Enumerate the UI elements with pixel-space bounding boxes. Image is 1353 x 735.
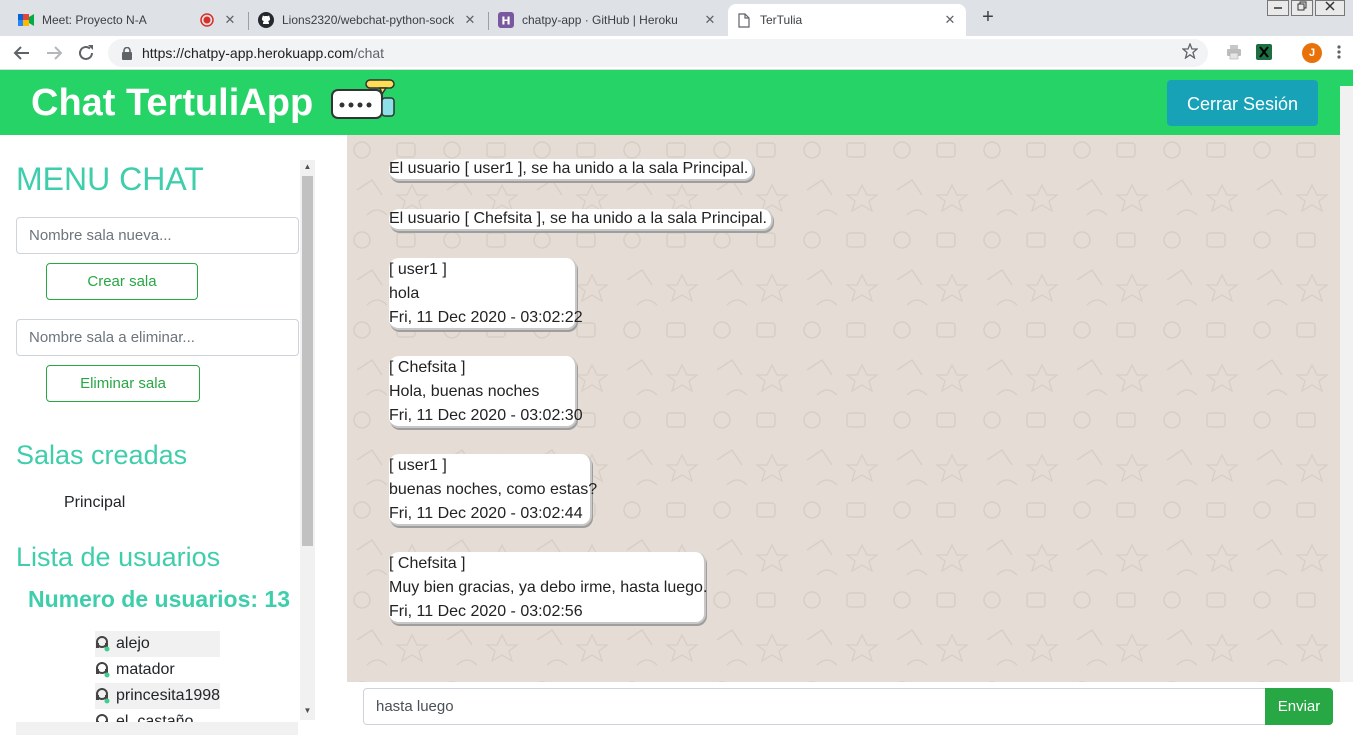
system-message: El usuario [ Chefsita ], se ha unido a l… [389, 209, 773, 231]
message-time: Fri, 11 Dec 2020 - 03:02:22 [389, 309, 583, 326]
back-arrow-icon [13, 46, 29, 60]
close-tab-icon[interactable]: ✕ [942, 12, 958, 28]
message-time: Fri, 11 Dec 2020 - 03:02:44 [389, 505, 583, 522]
message-text: El usuario [ user1 ], se ha unido a la s… [389, 160, 749, 177]
user-list-item[interactable]: alejo [95, 631, 220, 657]
delete-room-input[interactable]: Nombre sala a eliminar... [16, 319, 299, 356]
chat-message: [ user1 ] hola Fri, 11 Dec 2020 - 03:02:… [389, 258, 583, 330]
message-text: Hola, buenas noches [389, 383, 540, 400]
recording-icon [200, 13, 214, 27]
message-user: [ Chefsita ] [389, 555, 466, 572]
lock-icon [120, 46, 134, 60]
back-button[interactable] [10, 41, 34, 65]
tab-divider [248, 12, 249, 30]
message-text: El usuario [ Chefsita ], se ha unido a l… [389, 210, 767, 227]
logout-button[interactable]: Cerrar Sesión [1167, 80, 1318, 126]
scroll-up-arrow-icon[interactable]: ▲ [300, 162, 315, 171]
user-list-item[interactable]: princesita1998 [95, 683, 220, 709]
browser-toolbar: https://chatpy-app.herokuapp.com/chat J [0, 36, 1353, 70]
tab-title: Lions2320/webchat-python-sock [282, 13, 455, 27]
tab-title: chatpy-app · GitHub | Heroku [522, 13, 678, 27]
close-window-button[interactable] [1315, 0, 1345, 16]
rooms-title: Salas creadas [16, 440, 188, 470]
browser-tab-bar: Meet: Proyecto N-A ✕ Lions2320/webchat-p… [0, 0, 1353, 36]
message-time: Fri, 11 Dec 2020 - 03:02:56 [389, 603, 583, 620]
github-icon [258, 12, 274, 28]
restore-button[interactable] [1291, 0, 1313, 16]
chat-bubble-logo-icon [330, 78, 398, 125]
app-header: Chat TertuliApp Cerrar Sesión [0, 70, 1353, 135]
url-path: /chat [353, 45, 385, 61]
message-user: [ user1 ] [389, 261, 447, 278]
users-title: Lista de usuarios [16, 542, 221, 572]
create-room-button[interactable]: Crear sala [46, 263, 198, 300]
print-extension-icon[interactable] [1226, 44, 1244, 62]
chat-messages-area: El usuario [ user1 ], se ha unido a la s… [347, 135, 1353, 682]
excel-extension-icon[interactable] [1256, 44, 1274, 62]
heroku-icon: H [498, 12, 514, 28]
browser-tab-meet[interactable]: Meet: Proyecto N-A ✕ [10, 4, 246, 36]
close-tab-icon[interactable]: ✕ [222, 12, 238, 28]
send-button[interactable]: Enviar [1265, 688, 1333, 725]
user-list-item[interactable]: matador [95, 657, 220, 683]
browser-menu-icon[interactable] [1334, 44, 1344, 65]
new-tab-button[interactable]: + [978, 6, 998, 28]
address-bar[interactable]: https://chatpy-app.herokuapp.com/chat [108, 39, 1208, 67]
sidebar-scrollbar[interactable]: ▲ ▼ [300, 160, 315, 720]
room-item-principal[interactable]: Principal [64, 494, 125, 512]
user-name: alejo [116, 635, 150, 652]
sidebar: MENU CHAT Nombre sala nueva... Crear sal… [0, 135, 300, 735]
user-name: matador [116, 661, 175, 678]
message-time: Fri, 11 Dec 2020 - 03:02:30 [389, 407, 583, 424]
close-tab-icon[interactable]: ✕ [462, 12, 478, 28]
user-icon [95, 688, 111, 704]
scroll-down-arrow-icon[interactable]: ▼ [300, 706, 315, 715]
browser-tab-heroku[interactable]: H chatpy-app · GitHub | Heroku ✕ [490, 4, 726, 36]
delete-room-button[interactable]: Eliminar sala [46, 365, 200, 402]
message-text: buenas noches, como estas? [389, 481, 598, 498]
users-count: Numero de usuarios: 13 [28, 586, 291, 612]
bookmark-star-icon[interactable] [1181, 42, 1199, 64]
message-text: hola [389, 285, 420, 302]
message-composer: hasta luego Enviar [347, 682, 1353, 735]
message-input[interactable]: hasta luego [363, 688, 1266, 725]
page-scrollbar[interactable] [1340, 86, 1353, 686]
message-user: [ user1 ] [389, 457, 447, 474]
chat-message: [ Chefsita ] Muy bien gracias, ya debo i… [389, 552, 708, 624]
system-message: El usuario [ user1 ], se ha unido a la s… [389, 159, 755, 181]
window-controls [1265, 0, 1345, 16]
scrollbar-thumb[interactable] [302, 176, 313, 546]
url-host: https://chatpy-app.herokuapp.com [142, 45, 354, 61]
app-title: Chat TertuliApp [31, 82, 314, 124]
message-user: [ Chefsita ] [389, 359, 466, 376]
user-icon [95, 636, 111, 652]
reload-button[interactable] [74, 41, 98, 65]
profile-avatar[interactable]: J [1302, 43, 1322, 63]
reload-icon [79, 45, 93, 60]
tab-title: Meet: Proyecto N-A [42, 13, 147, 27]
page-icon [736, 12, 752, 28]
chat-message: [ user1 ] buenas noches, como estas? Fri… [389, 454, 598, 526]
user-name: princesita1998 [116, 687, 221, 704]
close-tab-icon[interactable]: ✕ [702, 12, 718, 28]
forward-arrow-icon [47, 46, 63, 60]
sidebar-horizontal-scrollbar[interactable] [16, 722, 298, 735]
tab-title: TerTulia [760, 13, 803, 27]
menu-title: MENU CHAT [16, 161, 204, 197]
message-text: Muy bien gracias, ya debo irme, hasta lu… [389, 579, 708, 596]
chat-message: [ Chefsita ] Hola, buenas noches Fri, 11… [389, 356, 583, 428]
minimize-button[interactable] [1267, 0, 1289, 16]
user-icon [95, 662, 111, 678]
forward-button[interactable] [42, 41, 66, 65]
google-meet-icon [18, 12, 34, 28]
browser-tab-tertulia[interactable]: TerTulia ✕ [728, 4, 966, 36]
tab-divider [488, 12, 489, 30]
url-text: https://chatpy-app.herokuapp.com/chat [142, 45, 384, 61]
svg-text:H: H [501, 15, 510, 28]
new-room-input[interactable]: Nombre sala nueva... [16, 217, 299, 254]
browser-tab-github[interactable]: Lions2320/webchat-python-sock ✕ [250, 4, 486, 36]
